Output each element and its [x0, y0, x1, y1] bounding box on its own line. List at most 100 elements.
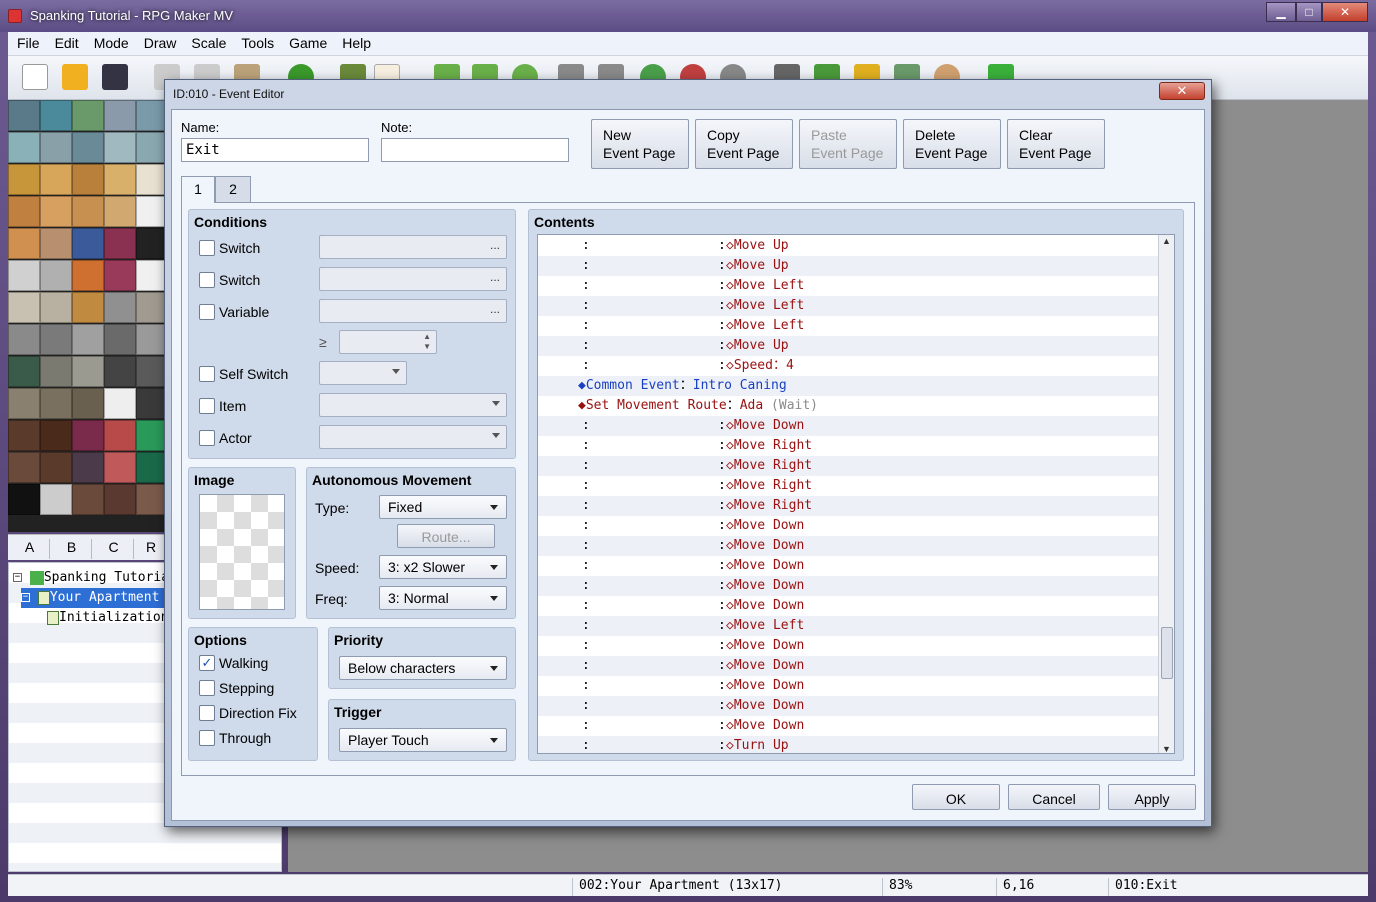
tile[interactable] [8, 420, 40, 451]
tile[interactable] [72, 484, 104, 515]
tile[interactable] [104, 484, 136, 515]
priority-select[interactable]: Below characters [339, 656, 507, 680]
tile[interactable] [8, 196, 40, 227]
tile[interactable] [40, 420, 72, 451]
spin-down-icon[interactable]: ▼ [423, 342, 431, 351]
tile[interactable] [8, 100, 40, 131]
tile[interactable] [136, 420, 166, 451]
copy-event-page-button[interactable]: Copy Event Page [695, 119, 793, 169]
clear-event-page-button[interactable]: Clear Event Page [1007, 119, 1105, 169]
command-row[interactable]: :: ◇Move Up [538, 256, 1158, 276]
switch2-checkbox[interactable] [199, 272, 215, 288]
collapse-icon[interactable]: − [13, 573, 22, 582]
tile[interactable] [40, 292, 72, 323]
tile[interactable] [136, 260, 166, 291]
tile[interactable] [40, 100, 72, 131]
menu-mode[interactable]: Mode [85, 32, 135, 51]
tile[interactable] [136, 292, 166, 323]
command-row[interactable]: :: ◇Move Right [538, 496, 1158, 516]
collapse-icon[interactable]: − [21, 593, 30, 602]
tile[interactable] [8, 388, 40, 419]
command-row[interactable]: :: ◇Move Up [538, 336, 1158, 356]
tileset-tab-r[interactable]: R [136, 539, 166, 559]
event-commands-list[interactable]: :: ◇Move Up:: ◇Move Up:: ◇Move Left:: ◇Move … [537, 234, 1175, 754]
through-checkbox[interactable] [199, 730, 215, 746]
tile[interactable] [40, 132, 72, 163]
command-row[interactable]: :: ◇Turn Up [538, 736, 1158, 753]
menu-game[interactable]: Game [280, 32, 333, 51]
tile[interactable] [8, 452, 40, 483]
tile[interactable] [8, 484, 40, 515]
main-titlebar[interactable]: Spanking Tutorial - RPG Maker MV ▁ □ ✕ [0, 0, 1376, 32]
self-switch-checkbox[interactable] [199, 366, 215, 382]
tileset-tab-b[interactable]: B [52, 539, 92, 559]
trigger-select[interactable]: Player Touch [339, 728, 507, 752]
close-button[interactable]: ✕ [1322, 2, 1368, 22]
minimize-button[interactable]: ▁ [1266, 2, 1296, 22]
command-row[interactable]: :: ◇Speed：4 [538, 356, 1158, 376]
paste-event-page-button[interactable]: Paste Event Page [799, 119, 897, 169]
tile[interactable] [104, 196, 136, 227]
command-row[interactable]: :: ◇Move Down [538, 576, 1158, 596]
tab-page-2[interactable]: 2 [215, 176, 251, 202]
tile[interactable] [72, 196, 104, 227]
tile[interactable] [72, 100, 104, 131]
delete-event-page-button[interactable]: Delete Event Page [903, 119, 1001, 169]
tile[interactable] [104, 292, 136, 323]
tile[interactable] [72, 420, 104, 451]
tile[interactable] [136, 324, 166, 355]
tile[interactable] [8, 164, 40, 195]
command-row[interactable]: ◆Common Event：Intro Caning [538, 376, 1158, 396]
tile[interactable] [136, 452, 166, 483]
tile[interactable] [40, 324, 72, 355]
tile[interactable] [104, 228, 136, 259]
command-row[interactable]: :: ◇Move Left [538, 276, 1158, 296]
switch2-field[interactable]: ... [319, 267, 507, 291]
command-row[interactable]: :: ◇Move Right [538, 476, 1158, 496]
tile[interactable] [72, 164, 104, 195]
movement-freq-select[interactable]: 3: Normal [379, 586, 507, 610]
scroll-up-icon[interactable]: ▲ [1162, 236, 1171, 246]
tileset-tab-c[interactable]: C [94, 539, 134, 559]
name-field[interactable]: Exit [181, 138, 369, 162]
tile[interactable] [8, 132, 40, 163]
apply-button[interactable]: Apply [1108, 784, 1196, 810]
menu-tools[interactable]: Tools [232, 32, 280, 51]
tile[interactable] [40, 164, 72, 195]
menu-file[interactable]: File [8, 32, 46, 51]
menu-help[interactable]: Help [333, 32, 377, 51]
tile[interactable] [72, 260, 104, 291]
command-row[interactable]: :: ◇Move Right [538, 456, 1158, 476]
command-row[interactable]: :: ◇Move Down [538, 716, 1158, 736]
tile[interactable] [40, 452, 72, 483]
open-project-icon[interactable] [62, 64, 88, 90]
scroll-down-icon[interactable]: ▼ [1162, 744, 1171, 753]
switch1-checkbox[interactable] [199, 240, 215, 256]
command-row[interactable]: :: ◇Move Left [538, 616, 1158, 636]
variable-field[interactable]: ... [319, 299, 507, 323]
tile[interactable] [104, 420, 136, 451]
movement-speed-select[interactable]: 3: x2 Slower [379, 555, 507, 579]
tree-item-project[interactable]: − Spanking Tutorial [13, 568, 177, 588]
tile[interactable] [72, 452, 104, 483]
spin-up-icon[interactable]: ▲ [423, 332, 431, 341]
new-project-icon[interactable] [22, 64, 48, 90]
command-row[interactable]: :: ◇Move Right [538, 436, 1158, 456]
tile[interactable] [72, 292, 104, 323]
direction-fix-checkbox[interactable] [199, 705, 215, 721]
command-row[interactable]: :: ◇Move Up [538, 236, 1158, 256]
contents-scrollbar[interactable]: ▲ ▼ [1158, 235, 1174, 753]
save-icon[interactable] [102, 64, 128, 90]
command-row[interactable]: :: ◇Move Down [538, 516, 1158, 536]
tileset-tab-a[interactable]: A [10, 539, 50, 559]
command-row[interactable]: :: ◇Move Left [538, 316, 1158, 336]
variable-value-spinner[interactable]: ▲ ▼ [339, 330, 437, 354]
actor-checkbox[interactable] [199, 430, 215, 446]
tab-page-1[interactable]: 1 [181, 176, 215, 203]
command-row[interactable]: :: ◇Move Down [538, 536, 1158, 556]
variable-checkbox[interactable] [199, 304, 215, 320]
tile[interactable] [40, 356, 72, 387]
switch1-field[interactable]: ... [319, 235, 507, 259]
tile[interactable] [136, 132, 166, 163]
command-row[interactable]: ◆Set Movement Route：Ada (Wait) [538, 396, 1158, 416]
